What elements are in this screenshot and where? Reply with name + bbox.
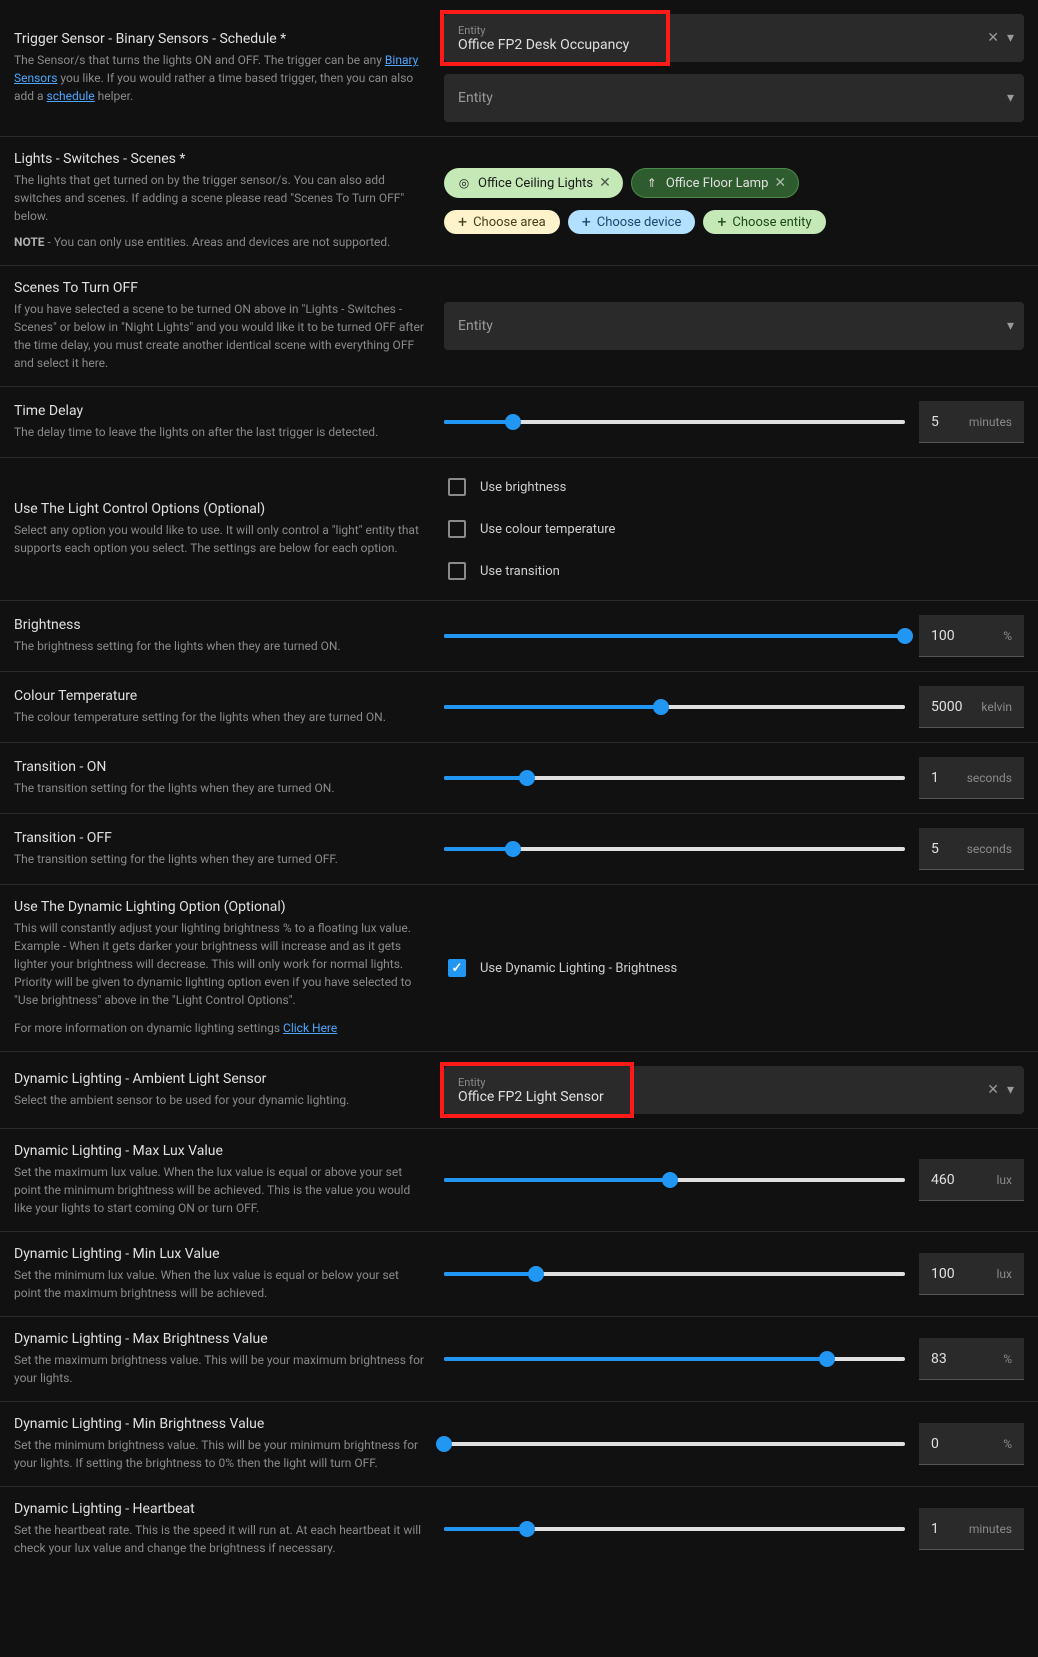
colour-temp-desc: The colour temperature setting for the l… (14, 708, 424, 726)
choose-area-button[interactable]: +Choose area (444, 210, 560, 234)
heartbeat-desc: Set the heartbeat rate. This is the spee… (14, 1521, 424, 1557)
brightness-slider[interactable] (444, 634, 905, 638)
min-lux-desc: Set the minimum lux value. When the lux … (14, 1266, 424, 1302)
use-dynamic-lighting-label: Use Dynamic Lighting - Brightness (480, 961, 677, 976)
light-control-title: Use The Light Control Options (Optional) (14, 501, 424, 517)
transition-off-title: Transition - OFF (14, 830, 424, 846)
schedule-link[interactable]: schedule (47, 89, 95, 103)
chevron-down-icon[interactable]: ▾ (1007, 318, 1014, 334)
min-bright-input[interactable]: 0 % (919, 1423, 1024, 1465)
transition-on-input[interactable]: 1 seconds (919, 757, 1024, 799)
trigger-sensor-title: Trigger Sensor - Binary Sensors - Schedu… (14, 31, 424, 47)
brightness-title: Brightness (14, 617, 424, 633)
max-lux-desc: Set the maximum lux value. When the lux … (14, 1163, 424, 1217)
transition-on-desc: The transition setting for the lights wh… (14, 779, 424, 797)
use-colour-temp-label: Use colour temperature (480, 522, 615, 537)
max-bright-desc: Set the maximum brightness value. This w… (14, 1351, 424, 1387)
use-transition-label: Use transition (480, 564, 560, 579)
ambient-sensor-title: Dynamic Lighting - Ambient Light Sensor (14, 1071, 424, 1087)
max-lux-title: Dynamic Lighting - Max Lux Value (14, 1143, 424, 1159)
ambient-sensor-desc: Select the ambient sensor to be used for… (14, 1091, 424, 1109)
brightness-input[interactable]: 100 % (919, 615, 1024, 657)
chevron-down-icon[interactable]: ▾ (1007, 1082, 1014, 1098)
trigger-entity-value: Office FP2 Desk Occupancy (458, 37, 974, 53)
ceiling-light-icon: ◎ (456, 175, 472, 191)
use-brightness-checkbox[interactable] (448, 478, 466, 496)
floor-lamp-icon: ⇑ (644, 175, 660, 191)
min-bright-slider[interactable] (444, 1442, 905, 1446)
lights-note: NOTE - You can only use entities. Areas … (14, 233, 424, 251)
ambient-sensor-entity-value: Office FP2 Light Sensor (458, 1089, 974, 1105)
entity-placeholder: Entity (458, 318, 974, 334)
chip-office-floor[interactable]: ⇑ Office Floor Lamp ✕ (631, 168, 799, 198)
transition-off-desc: The transition setting for the lights wh… (14, 850, 424, 868)
use-brightness-label: Use brightness (480, 480, 566, 495)
dynamic-lighting-more: For more information on dynamic lighting… (14, 1019, 424, 1037)
close-icon[interactable]: ✕ (774, 175, 786, 191)
time-delay-slider[interactable] (444, 420, 905, 424)
min-lux-input[interactable]: 100 lux (919, 1253, 1024, 1295)
heartbeat-input[interactable]: 1 minutes (919, 1508, 1024, 1550)
clear-icon[interactable]: ✕ (987, 30, 999, 46)
max-bright-slider[interactable] (444, 1357, 905, 1361)
use-transition-checkbox[interactable] (448, 562, 466, 580)
use-dynamic-lighting-checkbox[interactable] (448, 959, 466, 977)
colour-temp-title: Colour Temperature (14, 688, 424, 704)
trigger-entity-add-select[interactable]: Entity ▾ (444, 74, 1024, 122)
lights-title: Lights - Switches - Scenes * (14, 151, 424, 167)
entity-placeholder: Entity (458, 90, 974, 106)
time-delay-input[interactable]: 5 minutes (919, 401, 1024, 443)
entity-label: Entity (458, 24, 974, 37)
heartbeat-title: Dynamic Lighting - Heartbeat (14, 1501, 424, 1517)
use-colour-temp-checkbox[interactable] (448, 520, 466, 538)
min-lux-slider[interactable] (444, 1272, 905, 1276)
max-bright-title: Dynamic Lighting - Max Brightness Value (14, 1331, 424, 1347)
trigger-sensor-desc: The Sensor/s that turns the lights ON an… (14, 51, 424, 105)
plus-icon: + (582, 214, 591, 230)
max-bright-input[interactable]: 83 % (919, 1338, 1024, 1380)
click-here-link[interactable]: Click Here (283, 1021, 337, 1035)
transition-on-slider[interactable] (444, 776, 905, 780)
chevron-down-icon[interactable]: ▾ (1007, 90, 1014, 106)
time-delay-desc: The delay time to leave the lights on af… (14, 423, 424, 441)
transition-on-title: Transition - ON (14, 759, 424, 775)
plus-icon: + (717, 214, 726, 230)
clear-icon[interactable]: ✕ (987, 1082, 999, 1098)
ambient-sensor-entity-select[interactable]: Entity Office FP2 Light Sensor ✕ ▾ (444, 1066, 1024, 1114)
brightness-desc: The brightness setting for the lights wh… (14, 637, 424, 655)
colour-temp-slider[interactable] (444, 705, 905, 709)
dynamic-lighting-title: Use The Dynamic Lighting Option (Optiona… (14, 899, 424, 915)
dynamic-lighting-desc: This will constantly adjust your lightin… (14, 919, 424, 1009)
transition-off-input[interactable]: 5 seconds (919, 828, 1024, 870)
max-lux-input[interactable]: 460 lux (919, 1159, 1024, 1201)
time-delay-title: Time Delay (14, 403, 424, 419)
close-icon[interactable]: ✕ (599, 175, 611, 191)
max-lux-slider[interactable] (444, 1178, 905, 1182)
chip-office-ceiling[interactable]: ◎ Office Ceiling Lights ✕ (444, 168, 623, 198)
scenes-off-entity-select[interactable]: Entity ▾ (444, 302, 1024, 350)
scenes-off-title: Scenes To Turn OFF (14, 280, 424, 296)
plus-icon: + (458, 214, 467, 230)
heartbeat-slider[interactable] (444, 1527, 905, 1531)
transition-off-slider[interactable] (444, 847, 905, 851)
trigger-entity-select[interactable]: Entity Office FP2 Desk Occupancy ✕ ▾ (444, 14, 1024, 62)
chevron-down-icon[interactable]: ▾ (1007, 30, 1014, 46)
light-control-desc: Select any option you would like to use.… (14, 521, 424, 557)
colour-temp-input[interactable]: 5000 kelvin (919, 686, 1024, 728)
scenes-off-desc: If you have selected a scene to be turne… (14, 300, 424, 372)
min-lux-title: Dynamic Lighting - Min Lux Value (14, 1246, 424, 1262)
choose-device-button[interactable]: +Choose device (568, 210, 696, 234)
lights-desc: The lights that get turned on by the tri… (14, 171, 424, 225)
choose-entity-button[interactable]: +Choose entity (703, 210, 825, 234)
min-bright-title: Dynamic Lighting - Min Brightness Value (14, 1416, 424, 1432)
entity-label: Entity (458, 1076, 974, 1089)
min-bright-desc: Set the minimum brightness value. This w… (14, 1436, 424, 1472)
